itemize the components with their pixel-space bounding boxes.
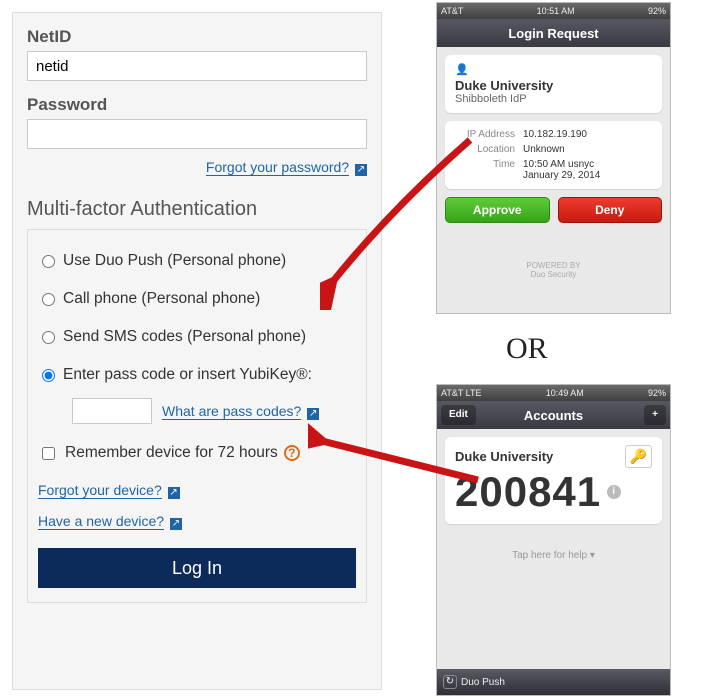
phone1-ip: 10.182.19.190 — [523, 129, 587, 140]
radio-passcode-input[interactable] — [42, 369, 55, 382]
info-icon[interactable]: i — [607, 485, 621, 499]
password-input[interactable] — [27, 119, 367, 149]
external-link-icon: ↗ — [168, 487, 180, 499]
phone1-details-card: IP Address10.182.19.190 LocationUnknown … — [445, 121, 662, 189]
external-link-icon: ↗ — [307, 408, 319, 420]
netid-label: NetID — [27, 27, 367, 47]
external-link-icon: ↗ — [355, 164, 367, 176]
new-device-link[interactable]: Have a new device? — [38, 513, 164, 530]
add-button[interactable]: + — [644, 405, 666, 425]
phone1-loc: Unknown — [523, 144, 565, 155]
radio-passcode-label: Enter pass code or insert YubiKey®: — [63, 366, 312, 384]
radio-sms-input[interactable] — [42, 331, 55, 344]
radio-duo-push[interactable]: Use Duo Push (Personal phone) — [38, 242, 356, 280]
radio-call[interactable]: Call phone (Personal phone) — [38, 280, 356, 318]
phone2-battery: 92% — [648, 388, 666, 398]
person-icon: 👤 — [455, 63, 652, 76]
phone1-time-label: Time — [453, 159, 515, 181]
tap-help[interactable]: Tap here for help ▾ — [437, 532, 670, 601]
phone2-title: Accounts — [524, 408, 583, 423]
phone1-clock: 10:51 AM — [537, 6, 575, 16]
mfa-heading: Multi-factor Authentication — [27, 198, 367, 221]
phone-accounts: AT&T LTE 10:49 AM 92% Edit Accounts + Du… — [436, 384, 671, 696]
duo-push-label: Duo Push — [461, 677, 505, 688]
radio-sms-label: Send SMS codes (Personal phone) — [63, 328, 306, 346]
radio-call-label: Call phone (Personal phone) — [63, 290, 260, 308]
or-label: OR — [506, 332, 548, 366]
phone1-loc-label: Location — [453, 144, 515, 155]
radio-passcode[interactable]: Enter pass code or insert YubiKey®: — [38, 356, 356, 394]
phone1-org: Duke University — [455, 78, 652, 93]
key-icon[interactable]: 🔑 — [625, 445, 652, 468]
forgot-password-link[interactable]: Forgot your password? — [206, 159, 349, 176]
phone2-carrier: AT&T LTE — [441, 388, 482, 398]
radio-duo-push-input[interactable] — [42, 255, 55, 268]
radio-call-input[interactable] — [42, 293, 55, 306]
phone1-footer: POWERED BY Duo Security — [437, 231, 670, 285]
phone1-carrier: AT&T — [441, 6, 463, 16]
phone2-status-bar: AT&T LTE 10:49 AM 92% — [437, 385, 670, 401]
phone1-status-bar: AT&T 10:51 AM 92% — [437, 3, 670, 19]
phone1-nav-bar: Login Request — [437, 19, 670, 47]
phone1-ip-label: IP Address — [453, 129, 515, 140]
password-label: Password — [27, 95, 367, 115]
remember-device-checkbox[interactable] — [42, 447, 55, 460]
netid-input[interactable] — [27, 51, 367, 81]
edit-button[interactable]: Edit — [441, 405, 476, 425]
passcode-input[interactable] — [72, 398, 152, 424]
phone1-footer1: POWERED BY — [437, 261, 670, 270]
phone1-sub: Shibboleth IdP — [455, 93, 652, 105]
help-icon[interactable]: ? — [284, 445, 300, 461]
phone1-battery: 92% — [648, 6, 666, 16]
remember-device-label: Remember device for 72 hours — [65, 444, 278, 462]
deny-button[interactable]: Deny — [558, 197, 663, 223]
remember-device-row[interactable]: Remember device for 72 hours ? — [38, 434, 356, 472]
phone1-time2: January 29, 2014 — [523, 170, 600, 181]
passcode-value: 200841 — [455, 468, 601, 516]
login-button[interactable]: Log In — [38, 548, 356, 588]
phone2-org: Duke University — [455, 449, 553, 464]
phone2-clock: 10:49 AM — [546, 388, 584, 398]
refresh-icon[interactable]: ↻ — [443, 675, 457, 689]
forgot-device-link[interactable]: Forgot your device? — [38, 482, 162, 499]
phone2-toolbar: ↻ Duo Push — [437, 669, 670, 695]
phone1-footer2: Duo Security — [437, 270, 670, 279]
login-panel: NetID Password Forgot your password? ↗ M… — [12, 12, 382, 690]
passcode-help-link[interactable]: What are pass codes? — [162, 403, 301, 420]
mfa-box: Use Duo Push (Personal phone) Call phone… — [27, 229, 367, 603]
radio-duo-push-label: Use Duo Push (Personal phone) — [63, 252, 286, 270]
phone1-title: Login Request — [508, 26, 598, 41]
radio-sms[interactable]: Send SMS codes (Personal phone) — [38, 318, 356, 356]
approve-button[interactable]: Approve — [445, 197, 550, 223]
phone-login-request: AT&T 10:51 AM 92% Login Request 👤 Duke U… — [436, 2, 671, 314]
phone2-card: Duke University 🔑 200841 i — [445, 437, 662, 524]
phone2-nav-bar: Edit Accounts + — [437, 401, 670, 429]
phone1-org-card: 👤 Duke University Shibboleth IdP — [445, 55, 662, 113]
external-link-icon: ↗ — [170, 518, 182, 530]
phone1-time1: 10:50 AM usnyc — [523, 159, 594, 170]
